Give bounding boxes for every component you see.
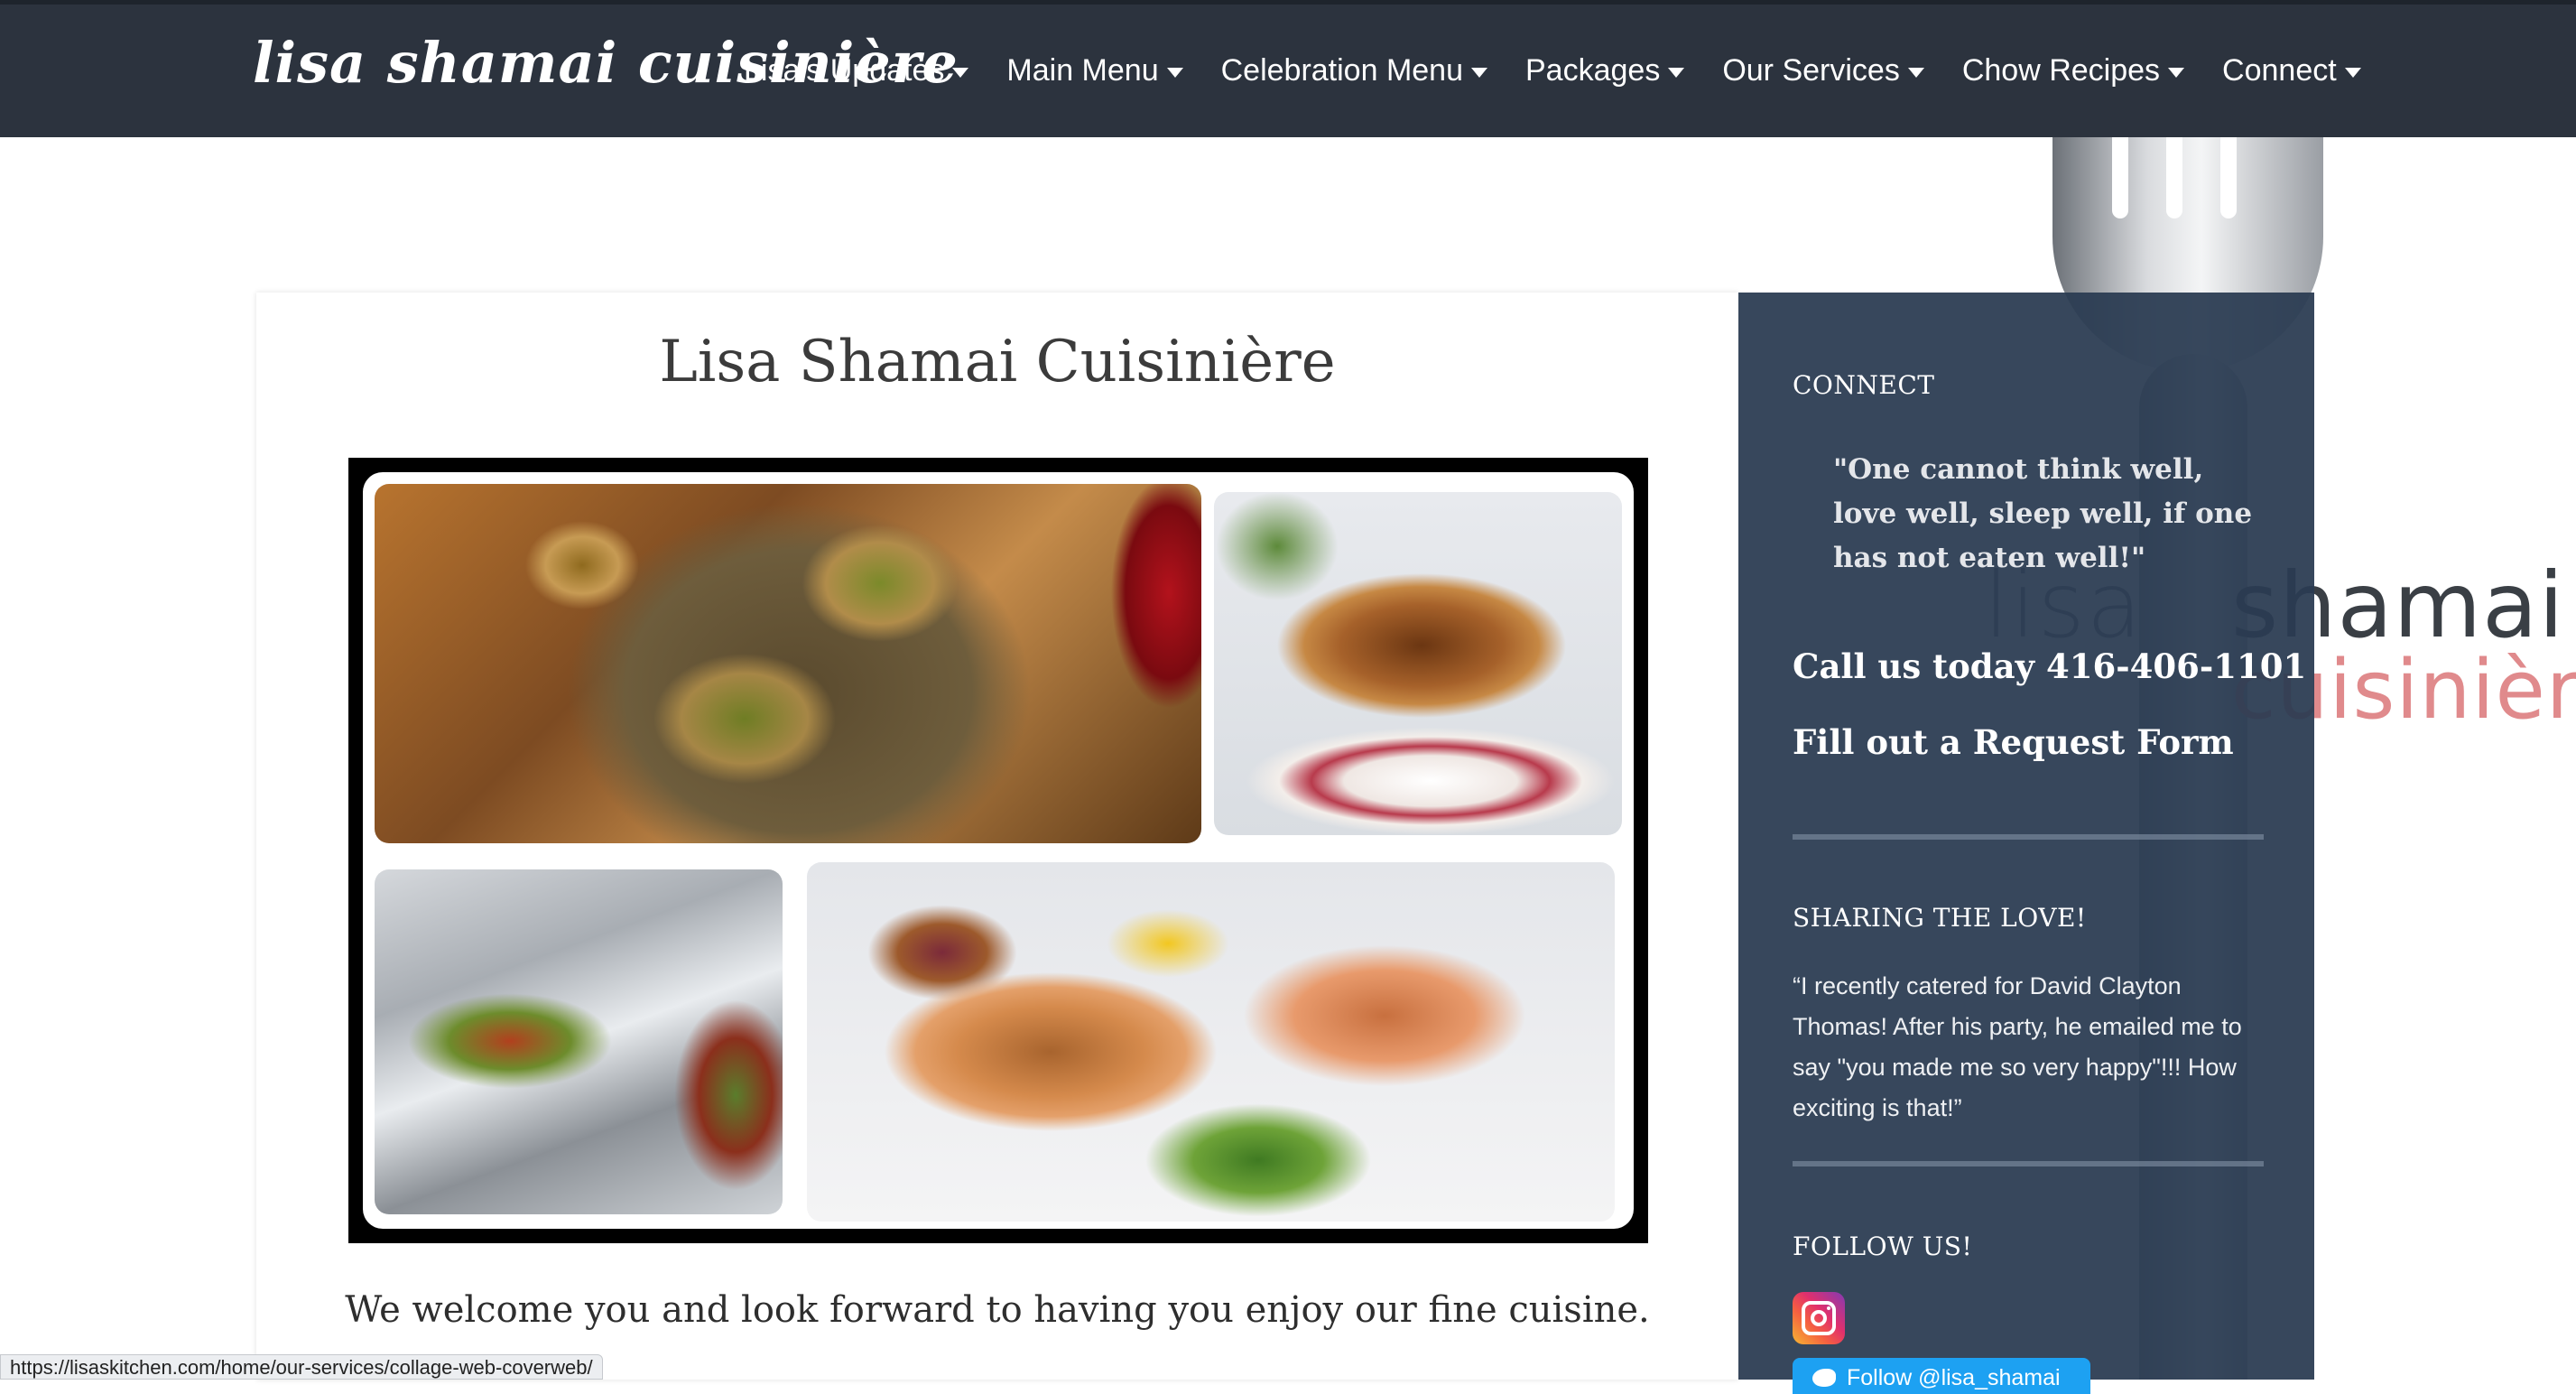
instagram-lens bbox=[1811, 1310, 1827, 1326]
nav-item-label: Lisa’s Updates bbox=[744, 53, 945, 88]
chafing-dish-photo bbox=[375, 869, 783, 1214]
status-bar-url: https://lisaskitchen.com/home/our-servic… bbox=[0, 1354, 603, 1380]
caret-down-icon bbox=[1907, 68, 1924, 78]
nav-item-lisas-updates[interactable]: Lisa’s Updates bbox=[744, 53, 969, 88]
collage-frame bbox=[363, 472, 1634, 1229]
caret-down-icon bbox=[1668, 68, 1685, 78]
roast-chicken-photo bbox=[1214, 492, 1622, 835]
twitter-bird-icon bbox=[1812, 1369, 1836, 1387]
top-navbar: lisa shamai cuisinière Lisa’s Updates Ma… bbox=[0, 0, 2576, 137]
instagram-icon[interactable] bbox=[1793, 1292, 1845, 1344]
nav-item-celebration-menu[interactable]: Celebration Menu bbox=[1221, 53, 1487, 88]
caret-down-icon bbox=[2344, 68, 2361, 78]
instagram-flash bbox=[1827, 1306, 1830, 1310]
caret-down-icon bbox=[2168, 68, 2185, 78]
twitter-follow-label: Follow @lisa_shamai bbox=[1847, 1365, 2061, 1390]
fork-tine bbox=[2166, 137, 2182, 218]
nav-item-label: Main Menu bbox=[1006, 53, 1159, 88]
sharing-widget-title: SHARING THE LOVE! bbox=[1793, 903, 2087, 933]
testimonial-text: “I recently catered for David Clayton Th… bbox=[1793, 972, 2242, 1121]
nav-item-label: Celebration Menu bbox=[1220, 53, 1463, 88]
call-us-link[interactable]: Call us today 416-406-1101 bbox=[1793, 646, 2306, 686]
follow-widget-title: FOLLOW US! bbox=[1793, 1231, 1973, 1261]
caret-down-icon bbox=[952, 68, 969, 78]
sidebar-divider bbox=[1793, 834, 2264, 840]
scallops-photo bbox=[375, 484, 1201, 843]
sidebar-quote: "One cannot think well, love well, sleep… bbox=[1833, 453, 2253, 574]
caret-down-icon bbox=[1166, 68, 1183, 78]
nav-item-packages[interactable]: Packages bbox=[1525, 53, 1685, 88]
sidebar-divider bbox=[1793, 1161, 2264, 1166]
main-navigation: Lisa’s Updates Main Menu Celebration Men… bbox=[744, 5, 2399, 137]
instagram-glyph bbox=[1802, 1301, 1836, 1335]
connect-widget-title: CONNECT bbox=[1793, 370, 1935, 400]
nav-item-label: Packages bbox=[1525, 53, 1661, 88]
food-collage-image[interactable] bbox=[348, 458, 1648, 1243]
nav-item-chow-recipes[interactable]: Chow Recipes bbox=[1961, 53, 2185, 88]
nav-item-label: Connect bbox=[2222, 53, 2337, 88]
nav-item-label: Chow Recipes bbox=[1961, 53, 2161, 88]
grilled-salmon-photo bbox=[807, 862, 1615, 1222]
page-title: Lisa Shamai Cuisinière bbox=[659, 329, 1336, 395]
request-form-link[interactable]: Fill out a Request Form bbox=[1793, 722, 2234, 762]
main-content: Lisa Shamai Cuisinière We welcome you an… bbox=[256, 293, 1738, 1380]
sidebar: CONNECT "One cannot think well, love wel… bbox=[1738, 293, 2314, 1394]
nav-item-main-menu[interactable]: Main Menu bbox=[1006, 53, 1183, 88]
fork-tine bbox=[2112, 137, 2128, 218]
nav-item-connect[interactable]: Connect bbox=[2222, 53, 2361, 88]
nav-item-our-services[interactable]: Our Services bbox=[1722, 53, 1924, 88]
welcome-text: We welcome you and look forward to havin… bbox=[345, 1289, 1650, 1331]
nav-item-label: Our Services bbox=[1722, 53, 1900, 88]
twitter-follow-button[interactable]: Follow @lisa_shamai bbox=[1793, 1358, 2090, 1394]
fork-tine bbox=[2220, 137, 2237, 218]
caret-down-icon bbox=[1471, 68, 1487, 78]
